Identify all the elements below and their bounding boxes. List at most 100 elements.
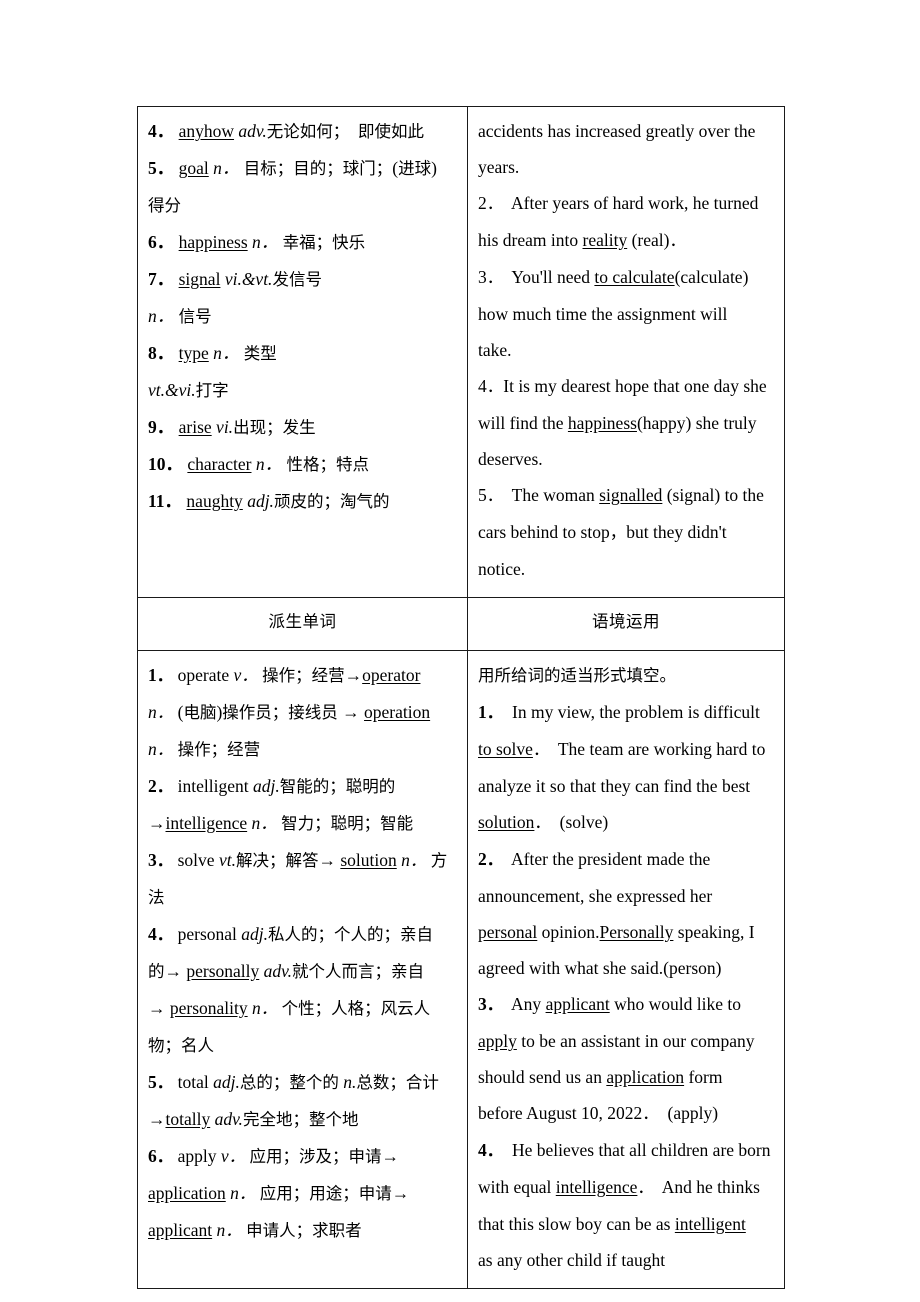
answer-word: personality: [169, 998, 248, 1018]
answer-word: applicant: [545, 994, 610, 1014]
part-of-speech: vi.: [216, 417, 234, 437]
exercise-line: to solve． The team are working hard to: [478, 739, 766, 759]
derived-entry-line: n． (电脑)操作员；接线员 → operation: [148, 702, 431, 722]
new-word-list-cell: 4． anyhow adv.无论如何； 即使如此 5． goal n． 目标；目的…: [137, 106, 468, 598]
headword: happiness: [178, 232, 248, 252]
sentence-line: years.: [478, 157, 520, 177]
context-sentences-top: accidents has increased greatly over the…: [478, 113, 774, 587]
item-number: 2．: [478, 849, 504, 869]
item-number: 5．: [148, 1072, 174, 1092]
exercise-line: as any other child if taught: [478, 1250, 666, 1270]
sentence-line: his dream into reality (real)．: [478, 230, 686, 250]
item-number: 7．: [148, 269, 175, 289]
part-of-speech: adv.: [214, 1109, 243, 1129]
part-of-speech: n．: [213, 343, 240, 363]
part-of-speech: adv.: [238, 121, 267, 141]
table-row-new-words: 4． anyhow adv.无论如何； 即使如此 5． goal n． 目标；目的…: [137, 106, 785, 598]
exercise-line: analyze it so that they can find the bes…: [478, 776, 751, 796]
word-entry: 5． goal n． 目标；目的；球门；(进球): [148, 158, 437, 178]
word-entry: 9． arise vi.出现；发生: [148, 417, 316, 437]
context-exercise-cell: 用所给词的适当形式填空。 1． In my view, the problem …: [467, 650, 785, 1289]
heading-derived-words-label: 派生单词: [268, 612, 337, 631]
part-of-speech: v．: [220, 1146, 246, 1166]
answer-word: personal: [478, 922, 538, 942]
sentence-line: will find the happiness(happy) she truly: [478, 413, 757, 433]
item-number: 3．: [478, 994, 504, 1014]
part-of-speech: n．: [251, 813, 277, 833]
heading-derived-words: 派生单词: [137, 597, 468, 651]
answer-word: to calculate: [594, 267, 675, 287]
headword: arise: [178, 417, 212, 437]
answer-word: reality: [582, 230, 628, 250]
exercise-line: agreed with what she said.(person): [478, 958, 722, 978]
context-exercise: 1． In my view, the problem is difficult t…: [478, 694, 774, 1278]
derived-word-list: 1． operate v． 操作；经营→operator n． (电脑)操作员；接…: [148, 657, 457, 1249]
sentence-line: deserves.: [478, 449, 543, 469]
sentence-line: how much time the assignment will: [478, 304, 728, 324]
sentence-line: take.: [478, 340, 512, 360]
exercise-line: 4． He believes that all children are bor…: [478, 1140, 771, 1160]
derived-entry-line: 4． personal adj.私人的；个人的；亲自: [148, 924, 434, 944]
item-number: 4．: [148, 121, 175, 141]
answer-word: application: [148, 1183, 226, 1203]
word-list: 4． anyhow adv.无论如何； 即使如此 5． goal n． 目标；目的…: [148, 113, 457, 520]
headword: naughty: [186, 491, 243, 511]
part-of-speech: n．: [252, 232, 279, 252]
part-of-speech: adv.: [263, 961, 292, 981]
table-row-section-headings: 派生单词 语境运用: [137, 597, 785, 651]
part-of-speech: n．: [252, 998, 278, 1018]
part-of-speech: n．: [148, 306, 175, 326]
part-of-speech: n．: [148, 702, 174, 722]
item-number: 2．: [148, 776, 174, 796]
derived-entry-line: → personality n． 个性；人格；风云人: [148, 998, 431, 1018]
item-number: 9．: [148, 417, 175, 437]
derived-entry-line: →intelligence n． 智力；聪明；智能: [148, 813, 414, 833]
answer-word: solution: [340, 850, 397, 870]
answer-word: happiness: [567, 413, 637, 433]
vocabulary-table: 4． anyhow adv.无论如何； 即使如此 5． goal n． 目标；目的…: [137, 106, 785, 1289]
derived-word-list-cell: 1． operate v． 操作；经营→operator n． (电脑)操作员；接…: [137, 650, 468, 1289]
part-of-speech: n．: [213, 158, 240, 178]
item-number: 10．: [148, 454, 183, 474]
part-of-speech: n．: [401, 850, 427, 870]
answer-word: intelligence: [165, 813, 248, 833]
part-of-speech: n．: [255, 454, 283, 474]
exercise-line: 1． In my view, the problem is difficult: [478, 702, 760, 722]
answer-word: totally: [165, 1109, 211, 1129]
heading-context-usage: 语境运用: [467, 597, 785, 651]
part-of-speech: v．: [233, 665, 258, 685]
exercise-line: with equal intelligence． And he thinks: [478, 1177, 760, 1197]
word-entry: vt.&vi.打字: [148, 380, 229, 400]
headword: anyhow: [178, 121, 235, 141]
exercise-instruction-line: 用所给词的适当形式填空。: [478, 666, 676, 685]
answer-word: to solve: [478, 739, 533, 759]
word-entry: 10． character n． 性格；特点: [148, 454, 369, 474]
derived-entry-line: 2． intelligent adj.智能的；聪明的: [148, 776, 396, 796]
exercise-instruction: 用所给词的适当形式填空。: [478, 657, 774, 694]
word-entry: 得分: [148, 196, 181, 215]
derived-entry-line: 的→ personally adv.就个人而言；亲自: [148, 961, 424, 981]
derived-entry-line: 3． solve vt.解决；解答→ solution n． 方: [148, 850, 448, 870]
sentence-line: accidents has increased greatly over the: [478, 121, 756, 141]
item-number: 4．: [148, 924, 174, 944]
item-number: 3．: [148, 850, 174, 870]
headword: character: [187, 454, 252, 474]
sentence-line: 3． You'll need to calculate(calculate): [478, 267, 749, 287]
exercise-line: announcement, she expressed her: [478, 886, 713, 906]
derived-entry-line: application n． 应用；用途；申请→: [148, 1183, 410, 1203]
word-entry: 4． anyhow adv.无论如何； 即使如此: [148, 121, 424, 141]
part-of-speech: adj.: [252, 776, 280, 796]
word-entry: 6． happiness n． 幸福；快乐: [148, 232, 366, 252]
item-number: 6．: [148, 1146, 174, 1166]
exercise-line: solution． (solve): [478, 812, 609, 832]
exercise-line: 2． After the president made the: [478, 849, 711, 869]
exercise-line: apply to be an assistant in our company: [478, 1031, 755, 1051]
answer-word: operator: [362, 665, 421, 685]
item-number: 11．: [148, 491, 183, 511]
derived-entry-line: 5． total adj.总的；整个的 n.总数；合计: [148, 1072, 439, 1092]
derived-entry-line: 物；名人: [148, 1036, 214, 1055]
part-of-speech: n．: [216, 1220, 242, 1240]
derived-entry-line: 1． operate v． 操作；经营→operator: [148, 665, 421, 685]
answer-word: intelligence: [555, 1177, 638, 1197]
part-of-speech: n.: [343, 1072, 357, 1092]
